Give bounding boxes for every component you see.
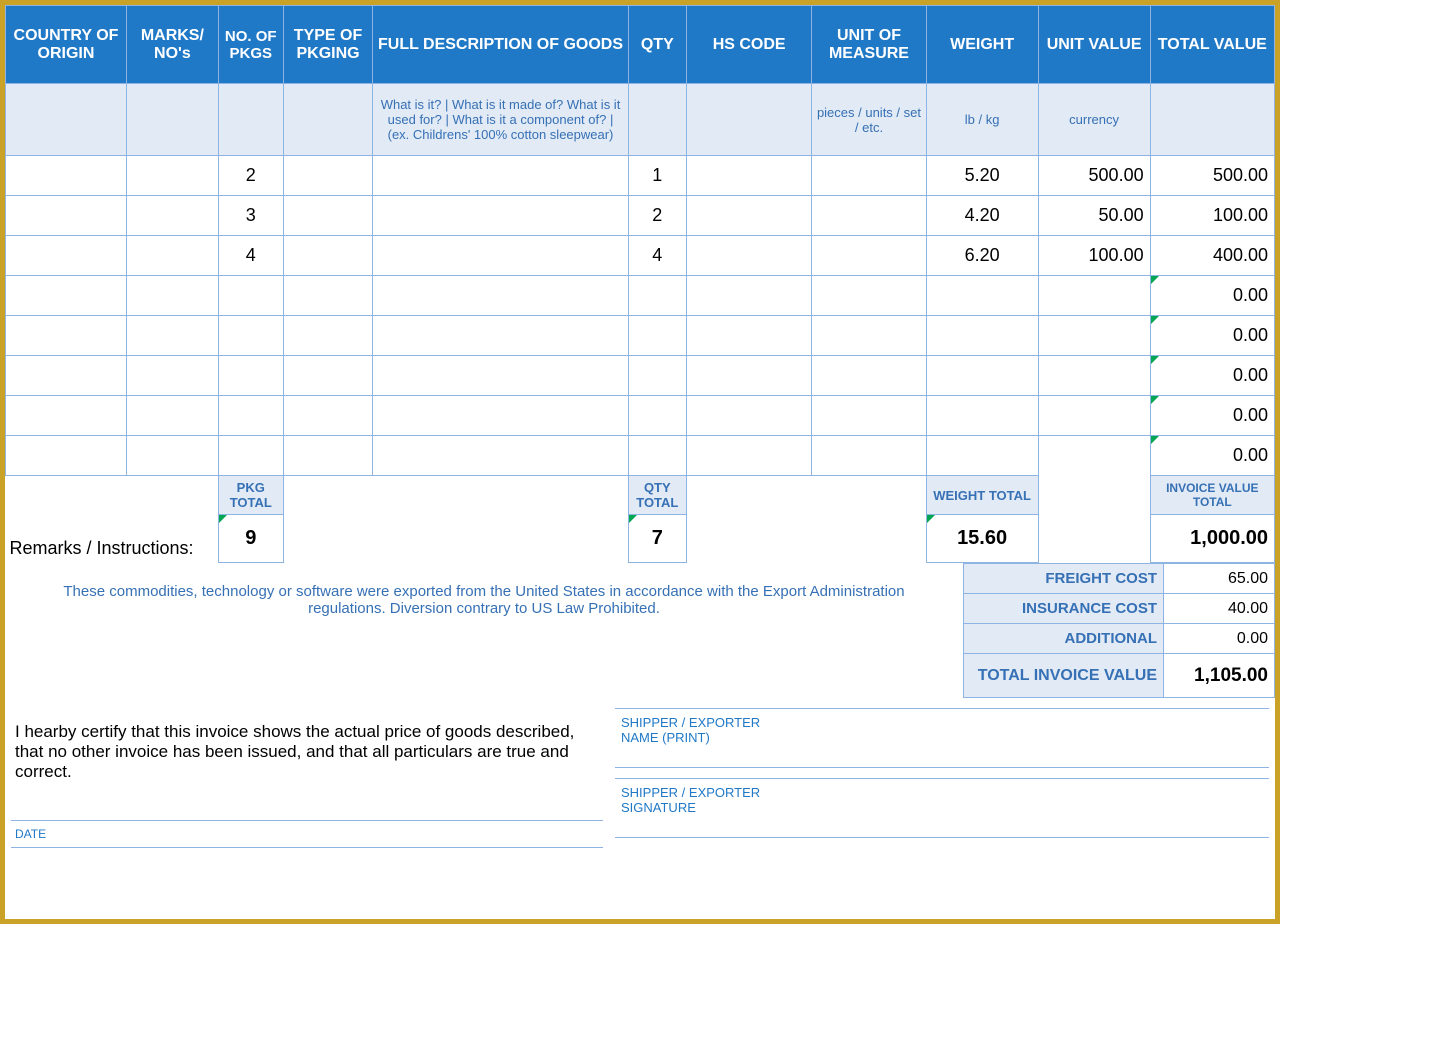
remarks-label: Remarks / Instructions: <box>10 538 194 558</box>
cell-pkgs[interactable]: 3 <box>218 196 283 236</box>
certification-text: I hearby certify that this invoice shows… <box>11 714 603 790</box>
table-row[interactable]: 0.00 <box>6 276 1275 316</box>
additional-label: ADDITIONAL <box>964 624 1164 654</box>
pkg-total-label: PKG TOTAL <box>218 476 283 515</box>
col-unitval: UNIT VALUE <box>1038 6 1150 84</box>
weight-total: 15.60 <box>926 515 1038 563</box>
col-weight: WEIGHT <box>926 6 1038 84</box>
total-invoice-label: TOTAL INVOICE VALUE <box>964 654 1164 698</box>
cell-totalval: 500.00 <box>1150 156 1274 196</box>
cell-pkgs[interactable]: 2 <box>218 156 283 196</box>
table-row[interactable]: 3 2 4.20 50.00 100.00 <box>6 196 1275 236</box>
hint-weight: lb / kg <box>926 84 1038 156</box>
insurance-value[interactable]: 40.00 <box>1164 594 1275 624</box>
col-hs: HS CODE <box>686 6 811 84</box>
cell-weight[interactable]: 4.20 <box>926 196 1038 236</box>
col-pkgs: NO. OF PKGS <box>218 6 283 84</box>
cell-totalval: 0.00 <box>1150 356 1274 396</box>
header-row: COUNTRY OF ORIGIN MARKS/ NO's NO. OF PKG… <box>6 6 1275 84</box>
table-row[interactable]: 0.00 <box>6 436 1275 476</box>
cell-totalval: 0.00 <box>1150 396 1274 436</box>
cell-unitval[interactable]: 100.00 <box>1038 236 1150 276</box>
sig-label: NAME (PRINT) <box>621 730 1263 745</box>
hint-uom: pieces / units / set / etc. <box>812 84 926 156</box>
table-row[interactable]: 4 4 6.20 100.00 400.00 <box>6 236 1275 276</box>
hint-unitval: currency <box>1038 84 1150 156</box>
col-pkging: TYPE OF PKGING <box>283 6 373 84</box>
costs-table: FREIGHT COST 65.00 INSURANCE COST 40.00 … <box>963 563 1275 698</box>
cell-qty[interactable]: 2 <box>628 196 686 236</box>
cell-unitval[interactable]: 500.00 <box>1038 156 1150 196</box>
cell-weight[interactable]: 6.20 <box>926 236 1038 276</box>
cell-totalval: 0.00 <box>1150 436 1274 476</box>
hint-desc: What is it? | What is it made of? What i… <box>373 84 628 156</box>
col-uom: UNIT OF MEASURE <box>812 6 926 84</box>
cell-totalval: 0.00 <box>1150 316 1274 356</box>
col-qty: QTY <box>628 6 686 84</box>
sig-label: SHIPPER / EXPORTER <box>621 785 1263 800</box>
cell-totalval: 100.00 <box>1150 196 1274 236</box>
sig-label: SHIPPER / EXPORTER <box>621 715 1263 730</box>
table-row[interactable]: 0.00 <box>6 396 1275 436</box>
qty-total-label: QTY TOTAL <box>628 476 686 515</box>
invoice-total: 1,000.00 <box>1150 515 1274 563</box>
export-note: These commodities, technology or softwar… <box>5 563 963 637</box>
pkg-total: 9 <box>218 515 283 563</box>
additional-value[interactable]: 0.00 <box>1164 624 1275 654</box>
table-row[interactable]: 0.00 <box>6 356 1275 396</box>
cell-qty[interactable]: 1 <box>628 156 686 196</box>
col-country: COUNTRY OF ORIGIN <box>6 6 127 84</box>
cell-unitval[interactable]: 50.00 <box>1038 196 1150 236</box>
goods-table: COUNTRY OF ORIGIN MARKS/ NO's NO. OF PKG… <box>5 5 1275 563</box>
shipper-name-field[interactable]: SHIPPER / EXPORTER NAME (PRINT) <box>615 708 1269 768</box>
col-desc: FULL DESCRIPTION OF GOODS <box>373 6 628 84</box>
cell-pkgs[interactable]: 4 <box>218 236 283 276</box>
table-row[interactable]: 0.00 <box>6 316 1275 356</box>
cell-totalval: 0.00 <box>1150 276 1274 316</box>
sig-label: SIGNATURE <box>621 800 1263 815</box>
table-row[interactable]: 2 1 5.20 500.00 500.00 <box>6 156 1275 196</box>
freight-value[interactable]: 65.00 <box>1164 564 1275 594</box>
date-label: DATE <box>15 827 46 841</box>
cell-weight[interactable]: 5.20 <box>926 156 1038 196</box>
cell-qty[interactable]: 4 <box>628 236 686 276</box>
invoice-total-label: INVOICE VALUE TOTAL <box>1150 476 1274 515</box>
col-marks: MARKS/ NO's <box>126 6 218 84</box>
shipper-signature-field[interactable]: SHIPPER / EXPORTER SIGNATURE <box>615 778 1269 838</box>
weight-total-label: WEIGHT TOTAL <box>926 476 1038 515</box>
total-invoice-value: 1,105.00 <box>1164 654 1275 698</box>
date-field[interactable]: DATE <box>11 820 603 848</box>
col-totalval: TOTAL VALUE <box>1150 6 1274 84</box>
cell-totalval: 400.00 <box>1150 236 1274 276</box>
insurance-label: INSURANCE COST <box>964 594 1164 624</box>
qty-total: 7 <box>628 515 686 563</box>
hint-row: What is it? | What is it made of? What i… <box>6 84 1275 156</box>
freight-label: FREIGHT COST <box>964 564 1164 594</box>
export-note-area: These commodities, technology or softwar… <box>5 563 963 698</box>
